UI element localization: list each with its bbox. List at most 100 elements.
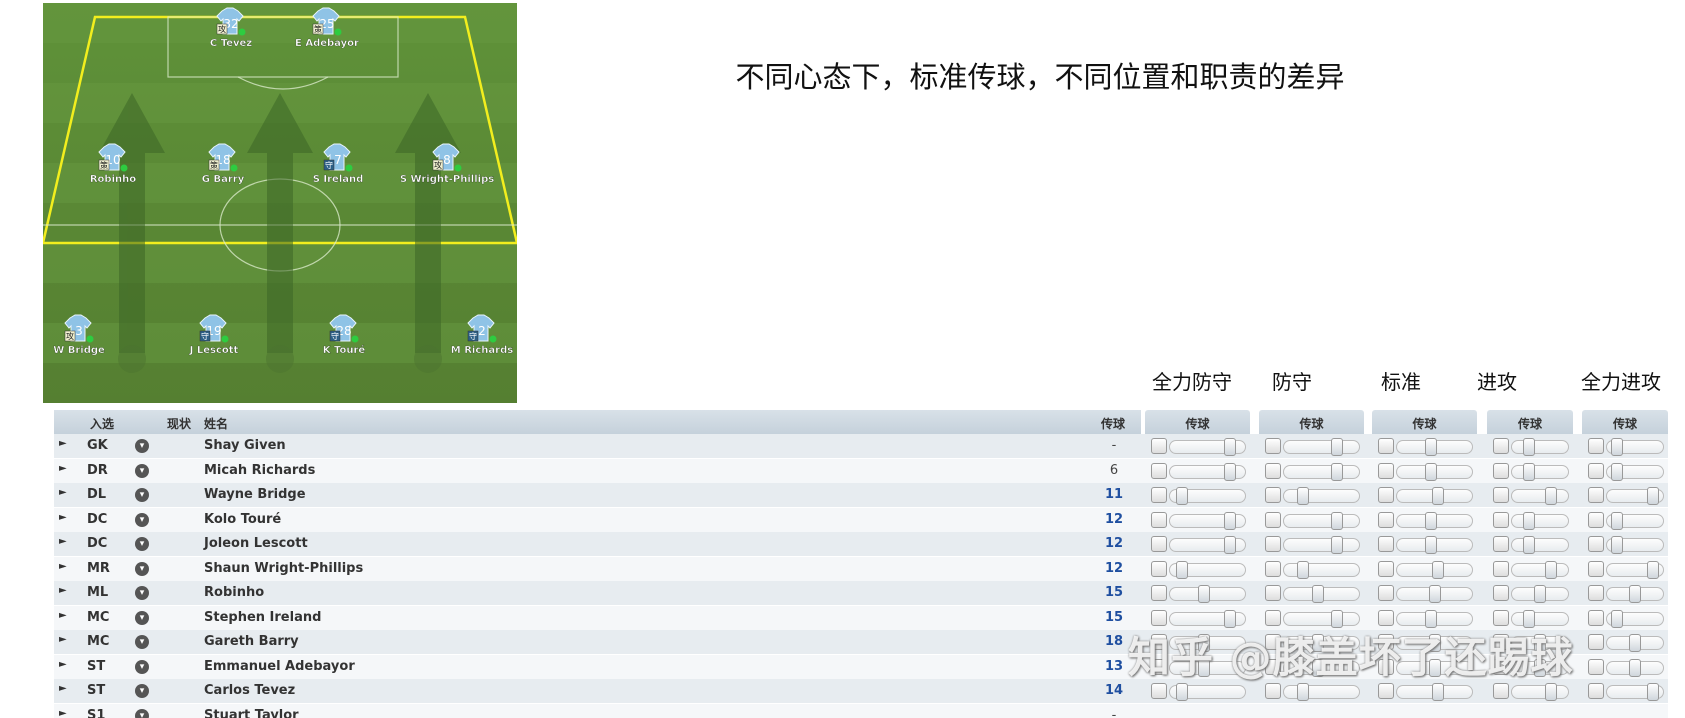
status-dropdown-icon[interactable]: ▾ [135, 708, 149, 718]
instruction-checkbox[interactable] [1493, 683, 1509, 699]
player-name[interactable]: Stephen Ireland [204, 610, 321, 625]
passing-slider[interactable] [1169, 487, 1246, 505]
instruction-checkbox[interactable] [1151, 438, 1167, 454]
passing-slider[interactable] [1169, 683, 1246, 701]
instruction-checkbox[interactable] [1378, 511, 1394, 528]
passing-slider[interactable] [1396, 585, 1473, 603]
passing-slider[interactable] [1511, 438, 1569, 456]
slider-handle[interactable] [1224, 511, 1236, 530]
passing-slider[interactable] [1606, 536, 1664, 554]
status-dropdown-icon[interactable]: ▾ [135, 635, 149, 649]
slider-handle[interactable] [1523, 536, 1535, 554]
instruction-checkbox[interactable] [1378, 462, 1394, 479]
status-dropdown-icon[interactable]: ▾ [135, 439, 149, 453]
instruction-checkbox[interactable] [1493, 560, 1509, 577]
passing-slider[interactable] [1169, 585, 1246, 603]
passing-slider[interactable] [1511, 511, 1569, 530]
header-selection[interactable]: 入选 [90, 415, 114, 432]
player-name[interactable]: Micah Richards [204, 463, 315, 478]
passing-slider[interactable] [1606, 683, 1664, 701]
instruction-checkbox[interactable] [1265, 683, 1281, 699]
slider-handle[interactable] [1523, 462, 1535, 481]
row-expand-icon[interactable]: ► [59, 463, 67, 474]
instruction-checkbox[interactable] [1265, 438, 1281, 454]
passing-slider[interactable] [1283, 438, 1360, 456]
player-name[interactable]: Gareth Barry [204, 634, 299, 649]
instruction-checkbox[interactable] [1493, 487, 1509, 503]
passing-slider[interactable] [1511, 585, 1569, 603]
passing-slider[interactable] [1511, 560, 1569, 579]
slider-handle[interactable] [1432, 683, 1444, 701]
slider-handle[interactable] [1611, 609, 1623, 628]
slider-handle[interactable] [1545, 683, 1557, 701]
instruction-checkbox[interactable] [1378, 536, 1394, 552]
row-expand-icon[interactable]: ► [59, 683, 67, 694]
status-dropdown-icon[interactable]: ▾ [135, 610, 149, 625]
passing-slider[interactable] [1511, 683, 1569, 701]
slider-handle[interactable] [1629, 634, 1641, 652]
player-name[interactable]: Joleon Lescott [204, 536, 308, 551]
status-dropdown-icon[interactable]: ▾ [135, 488, 149, 502]
player-name[interactable]: Wayne Bridge [204, 487, 306, 502]
instruction-checkbox[interactable] [1265, 560, 1281, 577]
passing-slider[interactable] [1606, 462, 1664, 481]
passing-slider[interactable] [1283, 683, 1360, 701]
slider-handle[interactable] [1425, 536, 1437, 554]
slider-handle[interactable] [1523, 511, 1535, 530]
player-name[interactable]: Shay Given [204, 438, 286, 453]
slider-handle[interactable] [1611, 536, 1623, 554]
slider-handle[interactable] [1297, 560, 1309, 579]
slider-handle[interactable] [1331, 511, 1343, 530]
passing-slider[interactable] [1169, 511, 1246, 530]
slider-handle[interactable] [1297, 487, 1309, 505]
passing-slider[interactable] [1511, 487, 1569, 505]
row-expand-icon[interactable]: ► [59, 536, 67, 547]
table-row[interactable]: ► DC ▾ Kolo Touré 12 [54, 507, 1668, 532]
status-dropdown-icon[interactable]: ▾ [135, 537, 149, 551]
row-expand-icon[interactable]: ► [59, 438, 67, 449]
slider-handle[interactable] [1432, 560, 1444, 579]
status-dropdown-icon[interactable]: ▾ [135, 684, 149, 698]
slider-handle[interactable] [1331, 462, 1343, 481]
player-name[interactable]: Carlos Tevez [204, 683, 295, 698]
instruction-checkbox[interactable] [1151, 536, 1167, 552]
instruction-checkbox[interactable] [1493, 511, 1509, 528]
row-expand-icon[interactable]: ► [59, 487, 67, 498]
passing-slider[interactable] [1606, 634, 1664, 652]
slider-handle[interactable] [1647, 487, 1659, 505]
slider-handle[interactable] [1224, 536, 1236, 554]
passing-slider[interactable] [1511, 536, 1569, 554]
passing-slider[interactable] [1396, 560, 1473, 579]
slider-handle[interactable] [1331, 438, 1343, 456]
instruction-checkbox[interactable] [1588, 438, 1604, 454]
player-name[interactable]: Emmanuel Adebayor [204, 659, 355, 674]
instruction-checkbox[interactable] [1588, 634, 1604, 650]
status-dropdown-icon[interactable]: ▾ [135, 512, 149, 527]
slider-handle[interactable] [1611, 462, 1623, 481]
table-row[interactable]: ► ML ▾ Robinho 15 [54, 581, 1668, 605]
slider-handle[interactable] [1312, 585, 1324, 603]
instruction-checkbox[interactable] [1588, 462, 1604, 479]
slider-handle[interactable] [1523, 438, 1535, 456]
instruction-checkbox[interactable] [1151, 462, 1167, 479]
slider-handle[interactable] [1425, 438, 1437, 456]
instruction-checkbox[interactable] [1493, 585, 1509, 601]
slider-handle[interactable] [1545, 560, 1557, 579]
slider-handle[interactable] [1297, 683, 1309, 701]
passing-slider[interactable] [1396, 511, 1473, 530]
player-name[interactable]: Stuart Taylor [204, 708, 299, 718]
instruction-checkbox[interactable] [1151, 560, 1167, 577]
passing-slider[interactable] [1606, 609, 1664, 628]
slider-handle[interactable] [1176, 560, 1188, 579]
slider-handle[interactable] [1425, 462, 1437, 481]
instruction-checkbox[interactable] [1151, 511, 1167, 528]
instruction-checkbox[interactable] [1265, 511, 1281, 528]
instruction-checkbox[interactable] [1265, 487, 1281, 503]
slider-handle[interactable] [1534, 585, 1546, 603]
instruction-checkbox[interactable] [1265, 536, 1281, 552]
instruction-checkbox[interactable] [1588, 609, 1604, 626]
passing-slider[interactable] [1169, 462, 1246, 481]
passing-slider[interactable] [1396, 462, 1473, 481]
row-expand-icon[interactable]: ► [59, 659, 67, 670]
row-expand-icon[interactable]: ► [59, 561, 67, 572]
